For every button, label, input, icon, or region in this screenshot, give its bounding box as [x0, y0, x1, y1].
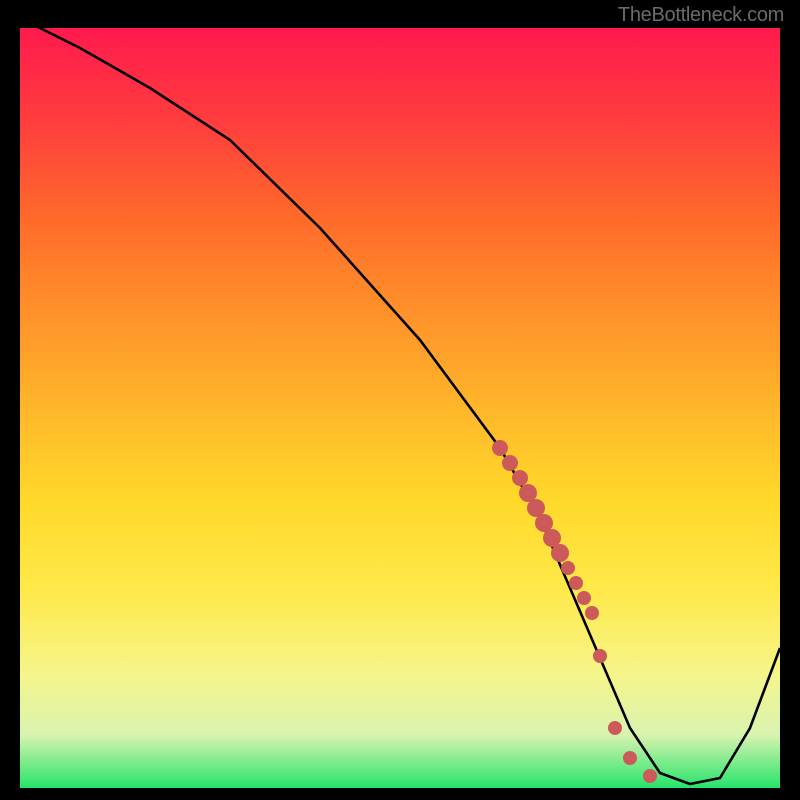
- highlight-dot: [577, 591, 591, 605]
- highlight-dot: [585, 606, 599, 620]
- highlight-dot: [643, 769, 657, 783]
- highlight-dot: [551, 544, 569, 562]
- highlight-dot: [502, 455, 518, 471]
- highlight-dot: [492, 440, 508, 456]
- chart-gradient-area: [20, 28, 780, 788]
- highlight-dot: [569, 576, 583, 590]
- highlight-dot: [561, 561, 575, 575]
- highlight-dot: [593, 649, 607, 663]
- highlight-dot: [608, 721, 622, 735]
- chart-svg: [20, 28, 780, 788]
- bottleneck-curve: [20, 28, 780, 784]
- highlight-dot: [623, 751, 637, 765]
- highlight-dot: [512, 470, 528, 486]
- watermark-text: TheBottleneck.com: [618, 4, 784, 27]
